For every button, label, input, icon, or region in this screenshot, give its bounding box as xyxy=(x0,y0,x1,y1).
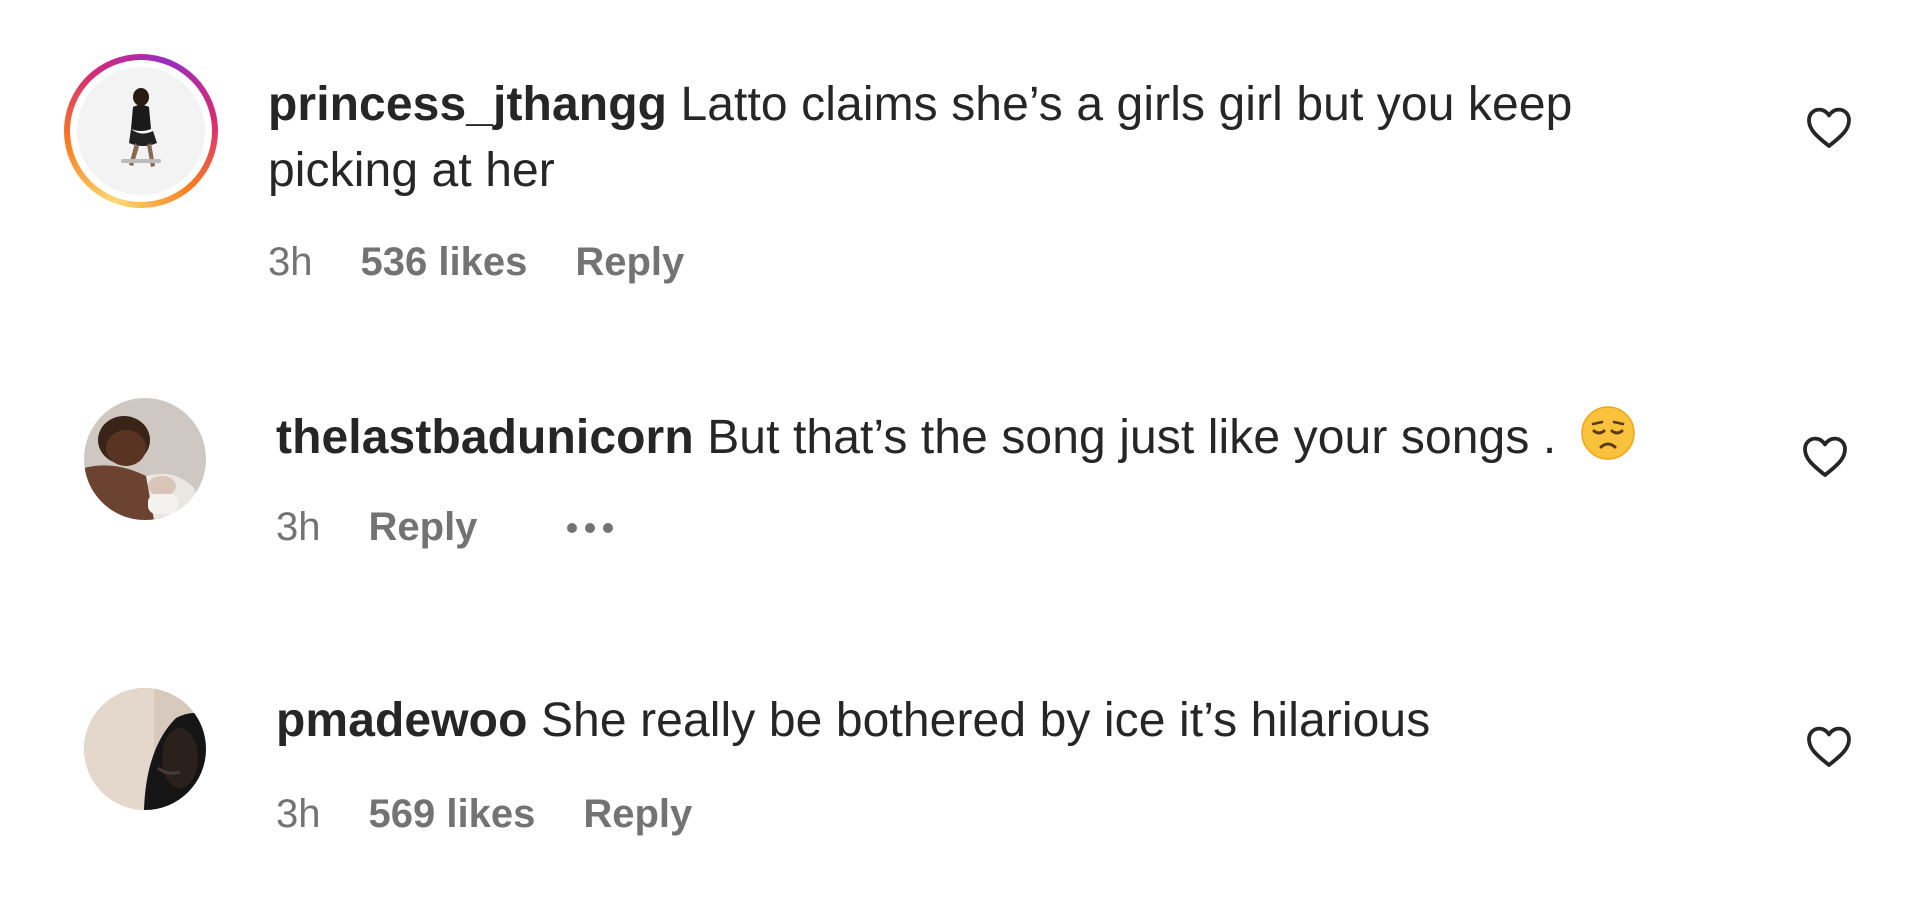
comment-body: But that’s the song just like your songs… xyxy=(707,411,1557,464)
like-heart-icon[interactable] xyxy=(1800,434,1850,478)
avatar[interactable] xyxy=(84,688,206,810)
avatar-photo-graphic xyxy=(84,688,206,810)
avatar-image xyxy=(84,398,206,520)
likes-count[interactable]: 569 likes xyxy=(369,792,536,837)
comment-time: 3h xyxy=(276,792,321,836)
pensive-face-icon xyxy=(1581,406,1635,460)
comment-meta: 3h 569 likes Reply xyxy=(276,792,692,837)
reply-button[interactable]: Reply xyxy=(583,792,692,837)
comment-text: pmadewoo She really be bothered by ice i… xyxy=(276,688,1430,754)
avatar-image xyxy=(84,688,206,810)
avatar-photo-graphic xyxy=(84,398,206,520)
avatar-person-graphic xyxy=(77,67,205,195)
more-options-icon[interactable] xyxy=(567,522,614,533)
comment-body: Latto claims she’s a girls girl but you … xyxy=(680,78,1573,131)
like-heart-icon[interactable] xyxy=(1804,724,1854,768)
likes-count[interactable]: 536 likes xyxy=(361,240,528,285)
comment-body: She really be bothered by ice it’s hilar… xyxy=(540,694,1431,747)
comment-meta: 3h 536 likes Reply xyxy=(268,240,684,285)
comment-text-continued: picking at her xyxy=(268,138,555,204)
username-link[interactable]: thelastbadunicorn xyxy=(276,411,694,464)
comment-text: thelastbadunicorn But that’s the song ju… xyxy=(276,405,1636,471)
story-ring xyxy=(64,54,218,208)
avatar[interactable] xyxy=(64,54,218,208)
comment-time: 3h xyxy=(268,240,313,284)
reply-button[interactable]: Reply xyxy=(575,240,684,285)
comment-body-line2: picking at her xyxy=(268,144,555,197)
comment-meta: 3h Reply xyxy=(276,505,614,550)
comment-text: princess_jthangg Latto claims she’s a gi… xyxy=(268,72,1572,138)
comment-time: 3h xyxy=(276,505,321,549)
avatar-image xyxy=(77,67,205,195)
like-heart-icon[interactable] xyxy=(1804,105,1854,149)
username-link[interactable]: pmadewoo xyxy=(276,694,528,747)
username-link[interactable]: princess_jthangg xyxy=(268,78,667,131)
reply-button[interactable]: Reply xyxy=(369,505,478,550)
avatar[interactable] xyxy=(84,398,206,520)
